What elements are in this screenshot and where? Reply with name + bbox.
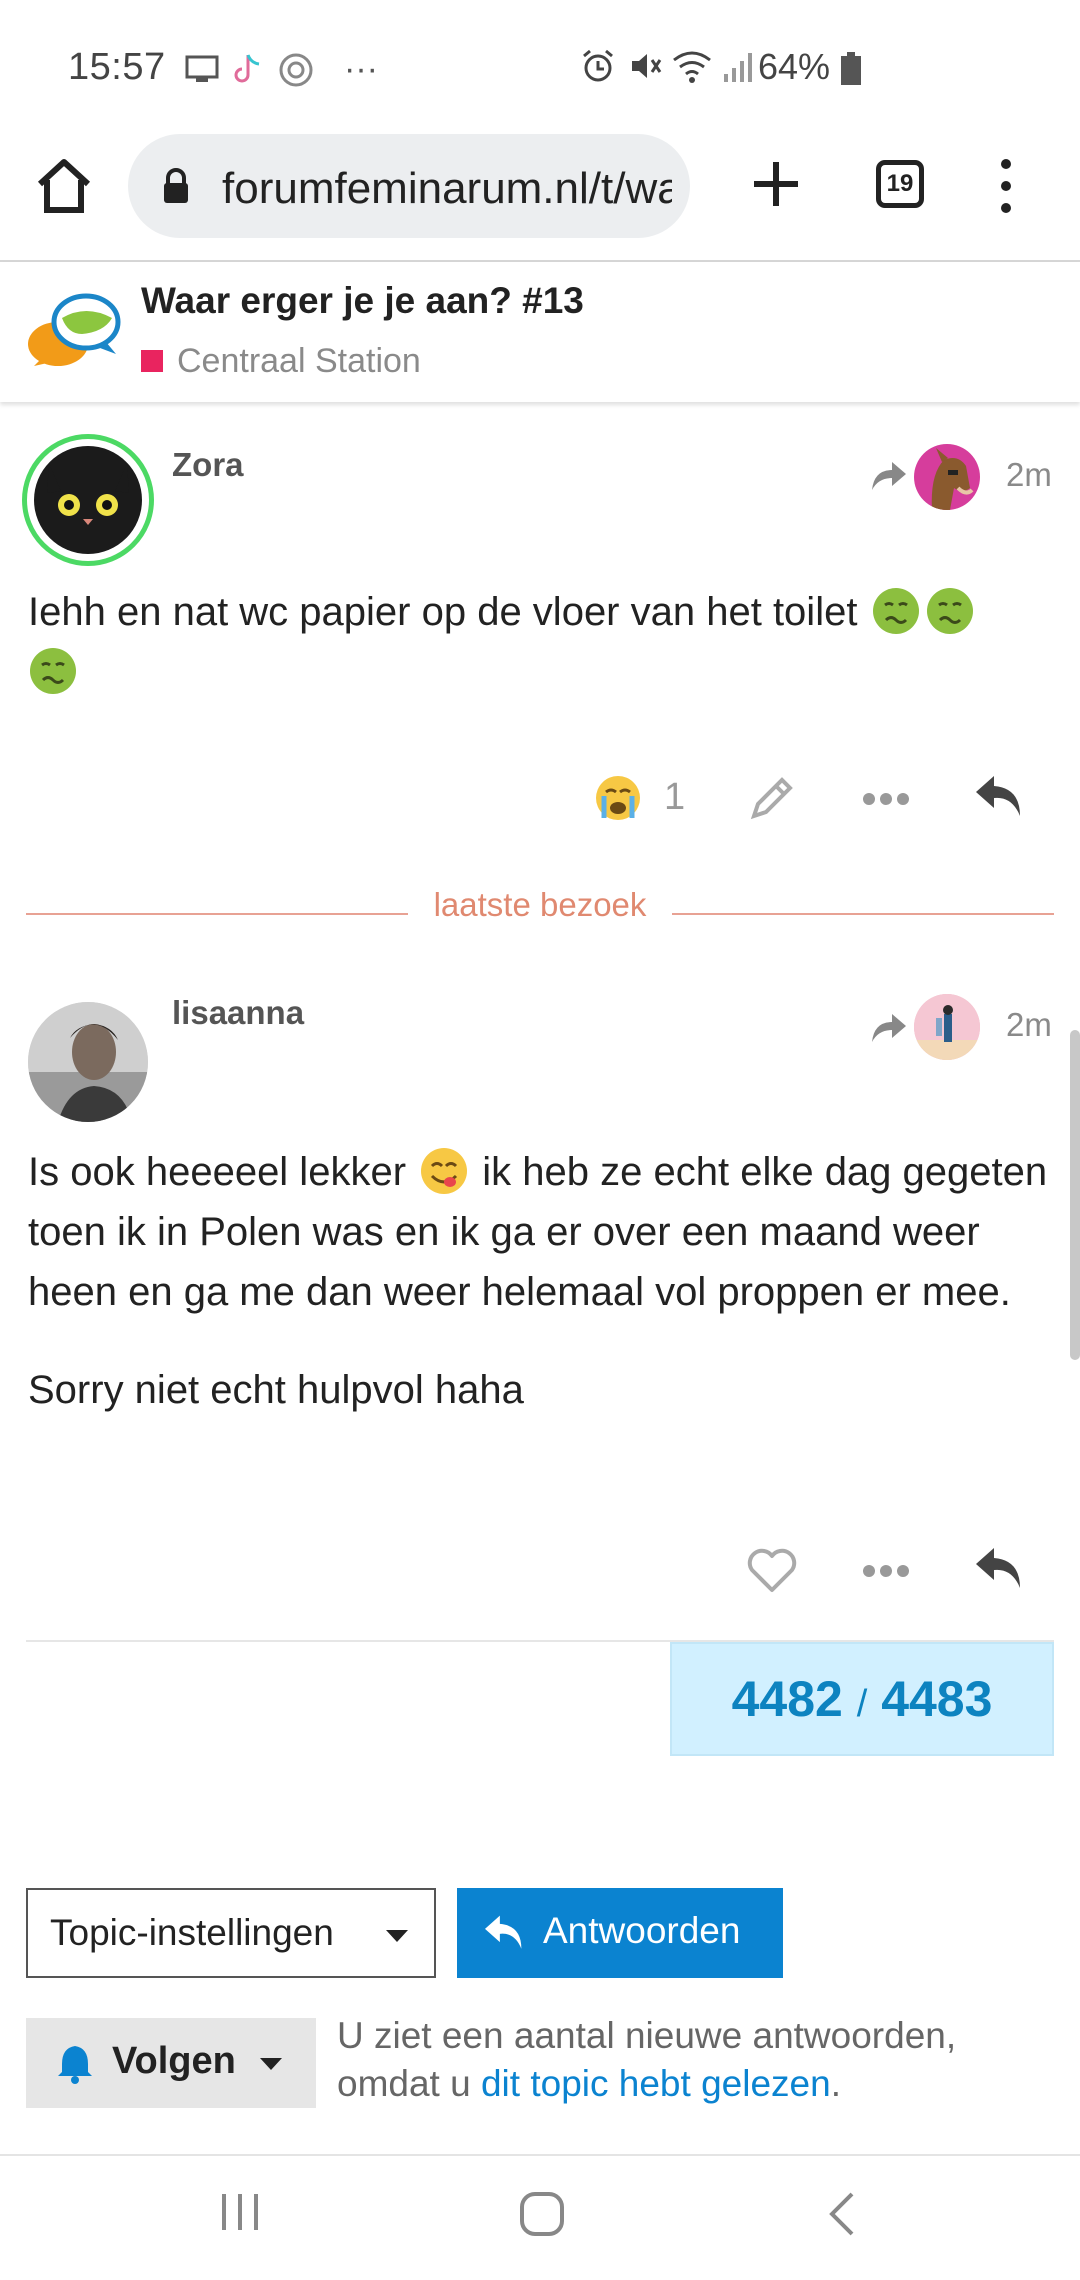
post-paragraph: Sorry niet echt hulpvol haha <box>28 1368 524 1412</box>
last-visit-divider: laatste bezoek <box>26 886 1054 930</box>
tab-switcher-button[interactable]: 19 <box>876 160 924 208</box>
battery-icon <box>841 52 861 85</box>
tiktok-icon <box>234 53 260 82</box>
reply-icon[interactable] <box>974 774 1024 820</box>
edit-icon[interactable] <box>746 772 798 824</box>
post-body: Iehh en nat wc papier op de vloer van he… <box>28 582 1048 702</box>
url-text: forumfeminarum.nl/t/waar-erger-je-je-aan… <box>222 164 672 213</box>
last-visit-label: laatste bezoek <box>433 886 647 923</box>
category-name[interactable]: Centraal Station <box>177 342 421 381</box>
screen-icon <box>185 55 219 82</box>
savoring-face-icon <box>421 1148 468 1195</box>
reply-to-icon <box>872 462 906 490</box>
home-nav-icon[interactable] <box>518 2190 566 2238</box>
browser-menu-icon[interactable] <box>990 154 1022 218</box>
new-tab-icon[interactable] <box>746 154 806 214</box>
avatar-lisaanna[interactable] <box>28 1002 148 1122</box>
status-bar: 15:57 ··· 64% <box>0 0 1080 130</box>
reply-icon[interactable] <box>974 1546 1024 1592</box>
reply-to-avatar[interactable] <box>914 444 980 510</box>
avatar-zora[interactable] <box>22 434 154 566</box>
nauseated-face-icon <box>30 648 76 695</box>
caret-down-icon <box>386 1930 408 1942</box>
alarm-icon <box>583 49 613 82</box>
topic-settings-label: Topic-instellingen <box>50 1912 334 1953</box>
post-time[interactable]: 2m <box>1006 1006 1052 1044</box>
post-username[interactable]: lisaanna <box>172 994 304 1032</box>
black-cat-avatar <box>34 446 142 554</box>
reply-button[interactable]: Antwoorden <box>457 1888 783 1978</box>
app-icon <box>279 53 313 86</box>
post-lisaanna: lisaanna 2m Is ook heeeeel lekker ik heb… <box>0 986 1080 1596</box>
reply-icon <box>485 1915 522 1949</box>
caret-down-icon <box>260 2058 282 2070</box>
reply-to-icon <box>872 1014 906 1042</box>
nauseated-face-icon <box>926 588 973 635</box>
lock-icon <box>164 168 188 203</box>
wifi-icon <box>673 51 711 83</box>
signal-icon <box>724 53 752 82</box>
reply-to-avatar[interactable] <box>914 994 980 1060</box>
post-time[interactable]: 2m <box>1006 456 1052 494</box>
post-zora: Zora 2m Iehh en nat wc papier op de vloe… <box>0 430 1080 850</box>
post-text: Is ook heeeeel lekker <box>28 1150 407 1194</box>
profile-photo <box>28 1002 148 1122</box>
site-logo[interactable] <box>26 288 122 376</box>
more-options-icon[interactable] <box>862 1564 910 1578</box>
home-icon[interactable] <box>34 156 94 216</box>
post-username[interactable]: Zora <box>172 446 244 484</box>
post-actions: 1 <box>0 770 1080 850</box>
post-actions <box>0 1546 1080 1616</box>
notice-text-end: . <box>830 2063 841 2104</box>
bell-icon <box>58 2046 92 2084</box>
back-nav-icon[interactable] <box>826 2190 858 2238</box>
notification-reason: U ziet een aantal nieuwe antwoorden, omd… <box>337 2012 1057 2108</box>
topic-title[interactable]: Waar erger je je aan? #13 <box>141 280 584 322</box>
follow-button[interactable]: Volgen <box>26 2018 316 2108</box>
scrollbar-thumb[interactable] <box>1070 1030 1080 1360</box>
progress-separator: / <box>856 1683 868 1725</box>
status-overflow: ··· <box>344 50 378 88</box>
crying-face-icon[interactable] <box>594 774 642 822</box>
reaction-count[interactable]: 1 <box>664 776 685 819</box>
topic-header: Waar erger je je aan? #13 Centraal Stati… <box>0 262 1080 402</box>
nauseated-face-icon <box>872 588 919 635</box>
post-progress-indicator[interactable]: 4482 / 4483 <box>670 1642 1054 1756</box>
battery-level: 64% <box>758 46 831 87</box>
progress-current: 4482 <box>731 1671 843 1727</box>
post-paragraph: Is ook heeeeel lekker ik heb ze echt elk… <box>28 1142 1048 1322</box>
notice-link[interactable]: dit topic hebt gelezen <box>481 2063 831 2104</box>
category-badge <box>141 350 163 372</box>
more-options-icon[interactable] <box>862 792 910 806</box>
topic-settings-button[interactable]: Topic-instellingen <box>26 1888 436 1978</box>
progress-total: 4483 <box>881 1671 993 1727</box>
like-heart-icon[interactable] <box>746 1548 798 1594</box>
follow-label: Volgen <box>112 2040 236 2082</box>
post-text: Iehh en nat wc papier op de vloer van he… <box>28 590 858 634</box>
url-bar[interactable]: forumfeminarum.nl/t/waar-erger-je-je-aan… <box>128 134 690 238</box>
mute-icon <box>632 54 662 78</box>
status-time: 15:57 <box>68 46 166 88</box>
browser-toolbar: forumfeminarum.nl/t/waar-erger-je-je-aan… <box>0 130 1080 260</box>
system-nav-bar <box>0 2156 1080 2280</box>
post-body: Is ook heeeeel lekker ik heb ze echt elk… <box>28 1142 1048 1420</box>
recent-apps-icon[interactable] <box>218 2190 264 2234</box>
reply-label: Antwoorden <box>543 1910 741 1951</box>
